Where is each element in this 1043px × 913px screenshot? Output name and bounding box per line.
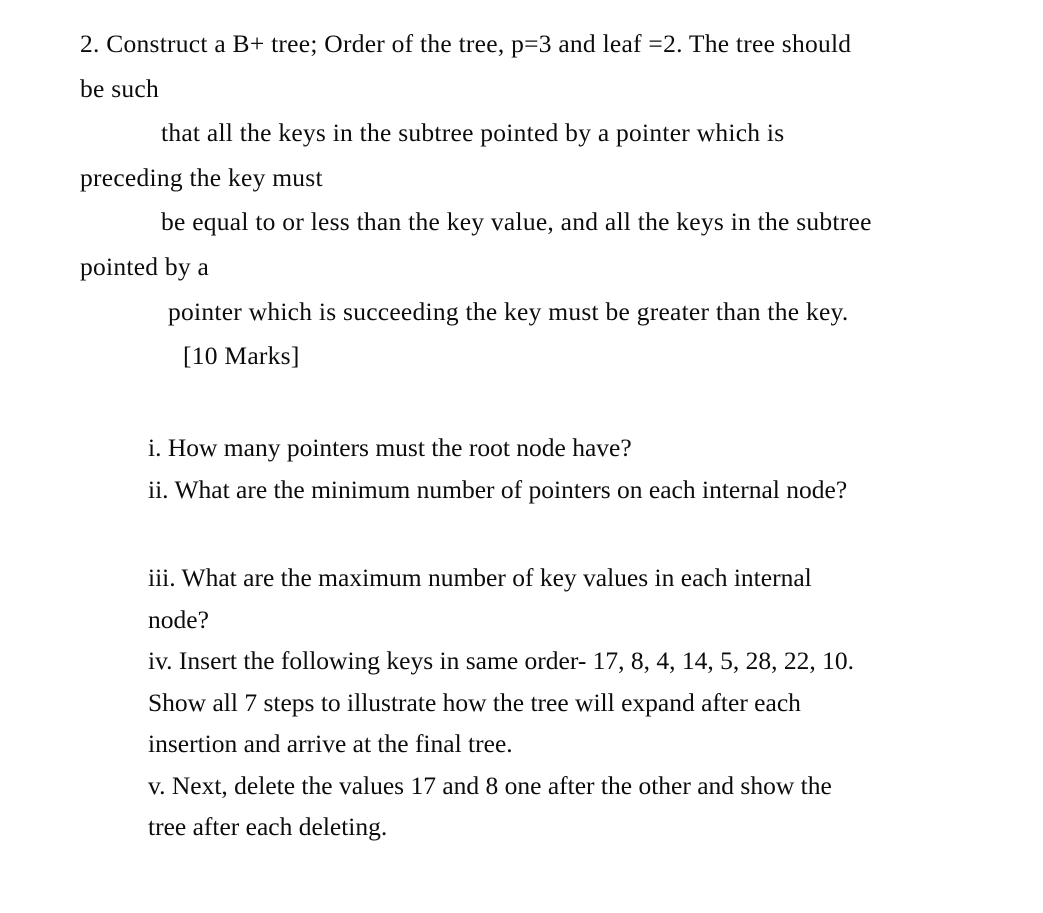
list-block-spacer xyxy=(148,510,1008,557)
stem-line-2: be such xyxy=(80,73,159,103)
sub-question-iv: iv. Insert the following keys in same or… xyxy=(148,640,1008,765)
sub-question-ii-line-1: ii. What are the minimum number of point… xyxy=(148,474,848,504)
sub-question-iii: iii. What are the maximum number of key … xyxy=(148,557,1008,640)
stem-line-1: 2. Construct a B+ tree; Order of the tre… xyxy=(80,29,852,58)
question-stem: 2. Construct a B+ tree; Order of the tre… xyxy=(80,22,995,379)
stem-line-6: pointed by a xyxy=(80,251,210,281)
sub-question-i-line-1: i. How many pointers must the root node … xyxy=(148,433,632,462)
stem-line-4: preceding the key must xyxy=(80,162,323,192)
document-page: 2. Construct a B+ tree; Order of the tre… xyxy=(0,0,1043,913)
stem-line-3: that all the keys in the subtree pointed… xyxy=(161,118,785,148)
marks-label: [10 Marks] xyxy=(183,341,300,371)
stem-line-7: pointer which is succeeding the key must… xyxy=(168,296,849,326)
stem-line-5: be equal to or less than the key value, … xyxy=(161,207,872,237)
sub-question-v-line-1: v. Next, delete the values 17 and 8 one … xyxy=(148,770,832,800)
sub-question-iv-line-3: insertion and arrive at the final tree. xyxy=(148,729,513,758)
sub-question-i: i. How many pointers must the root node … xyxy=(148,427,1008,469)
sub-question-v-line-2: tree after each deleting. xyxy=(148,812,388,841)
sub-question-iv-line-1: iv. Insert the following keys in same or… xyxy=(148,646,855,675)
sub-question-iii-line-1: iii. What are the maximum number of key … xyxy=(148,563,812,592)
sub-question-iii-line-2: node? xyxy=(148,604,209,634)
sub-question-ii: ii. What are the minimum number of point… xyxy=(148,469,1008,511)
sub-question-list: i. How many pointers must the root node … xyxy=(148,427,1008,848)
sub-question-iv-line-2: Show all 7 steps to illustrate how the t… xyxy=(148,687,801,717)
sub-question-v: v. Next, delete the values 17 and 8 one … xyxy=(148,765,1008,848)
